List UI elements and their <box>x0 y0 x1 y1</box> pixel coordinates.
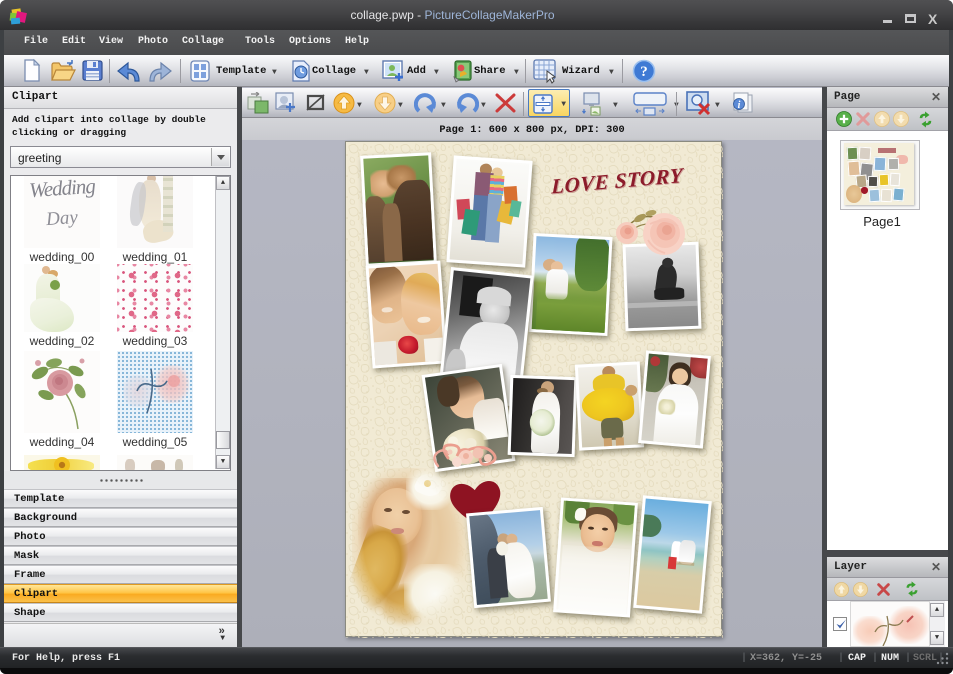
svg-text:i: i <box>738 100 741 111</box>
svg-text:?: ? <box>640 64 648 80</box>
